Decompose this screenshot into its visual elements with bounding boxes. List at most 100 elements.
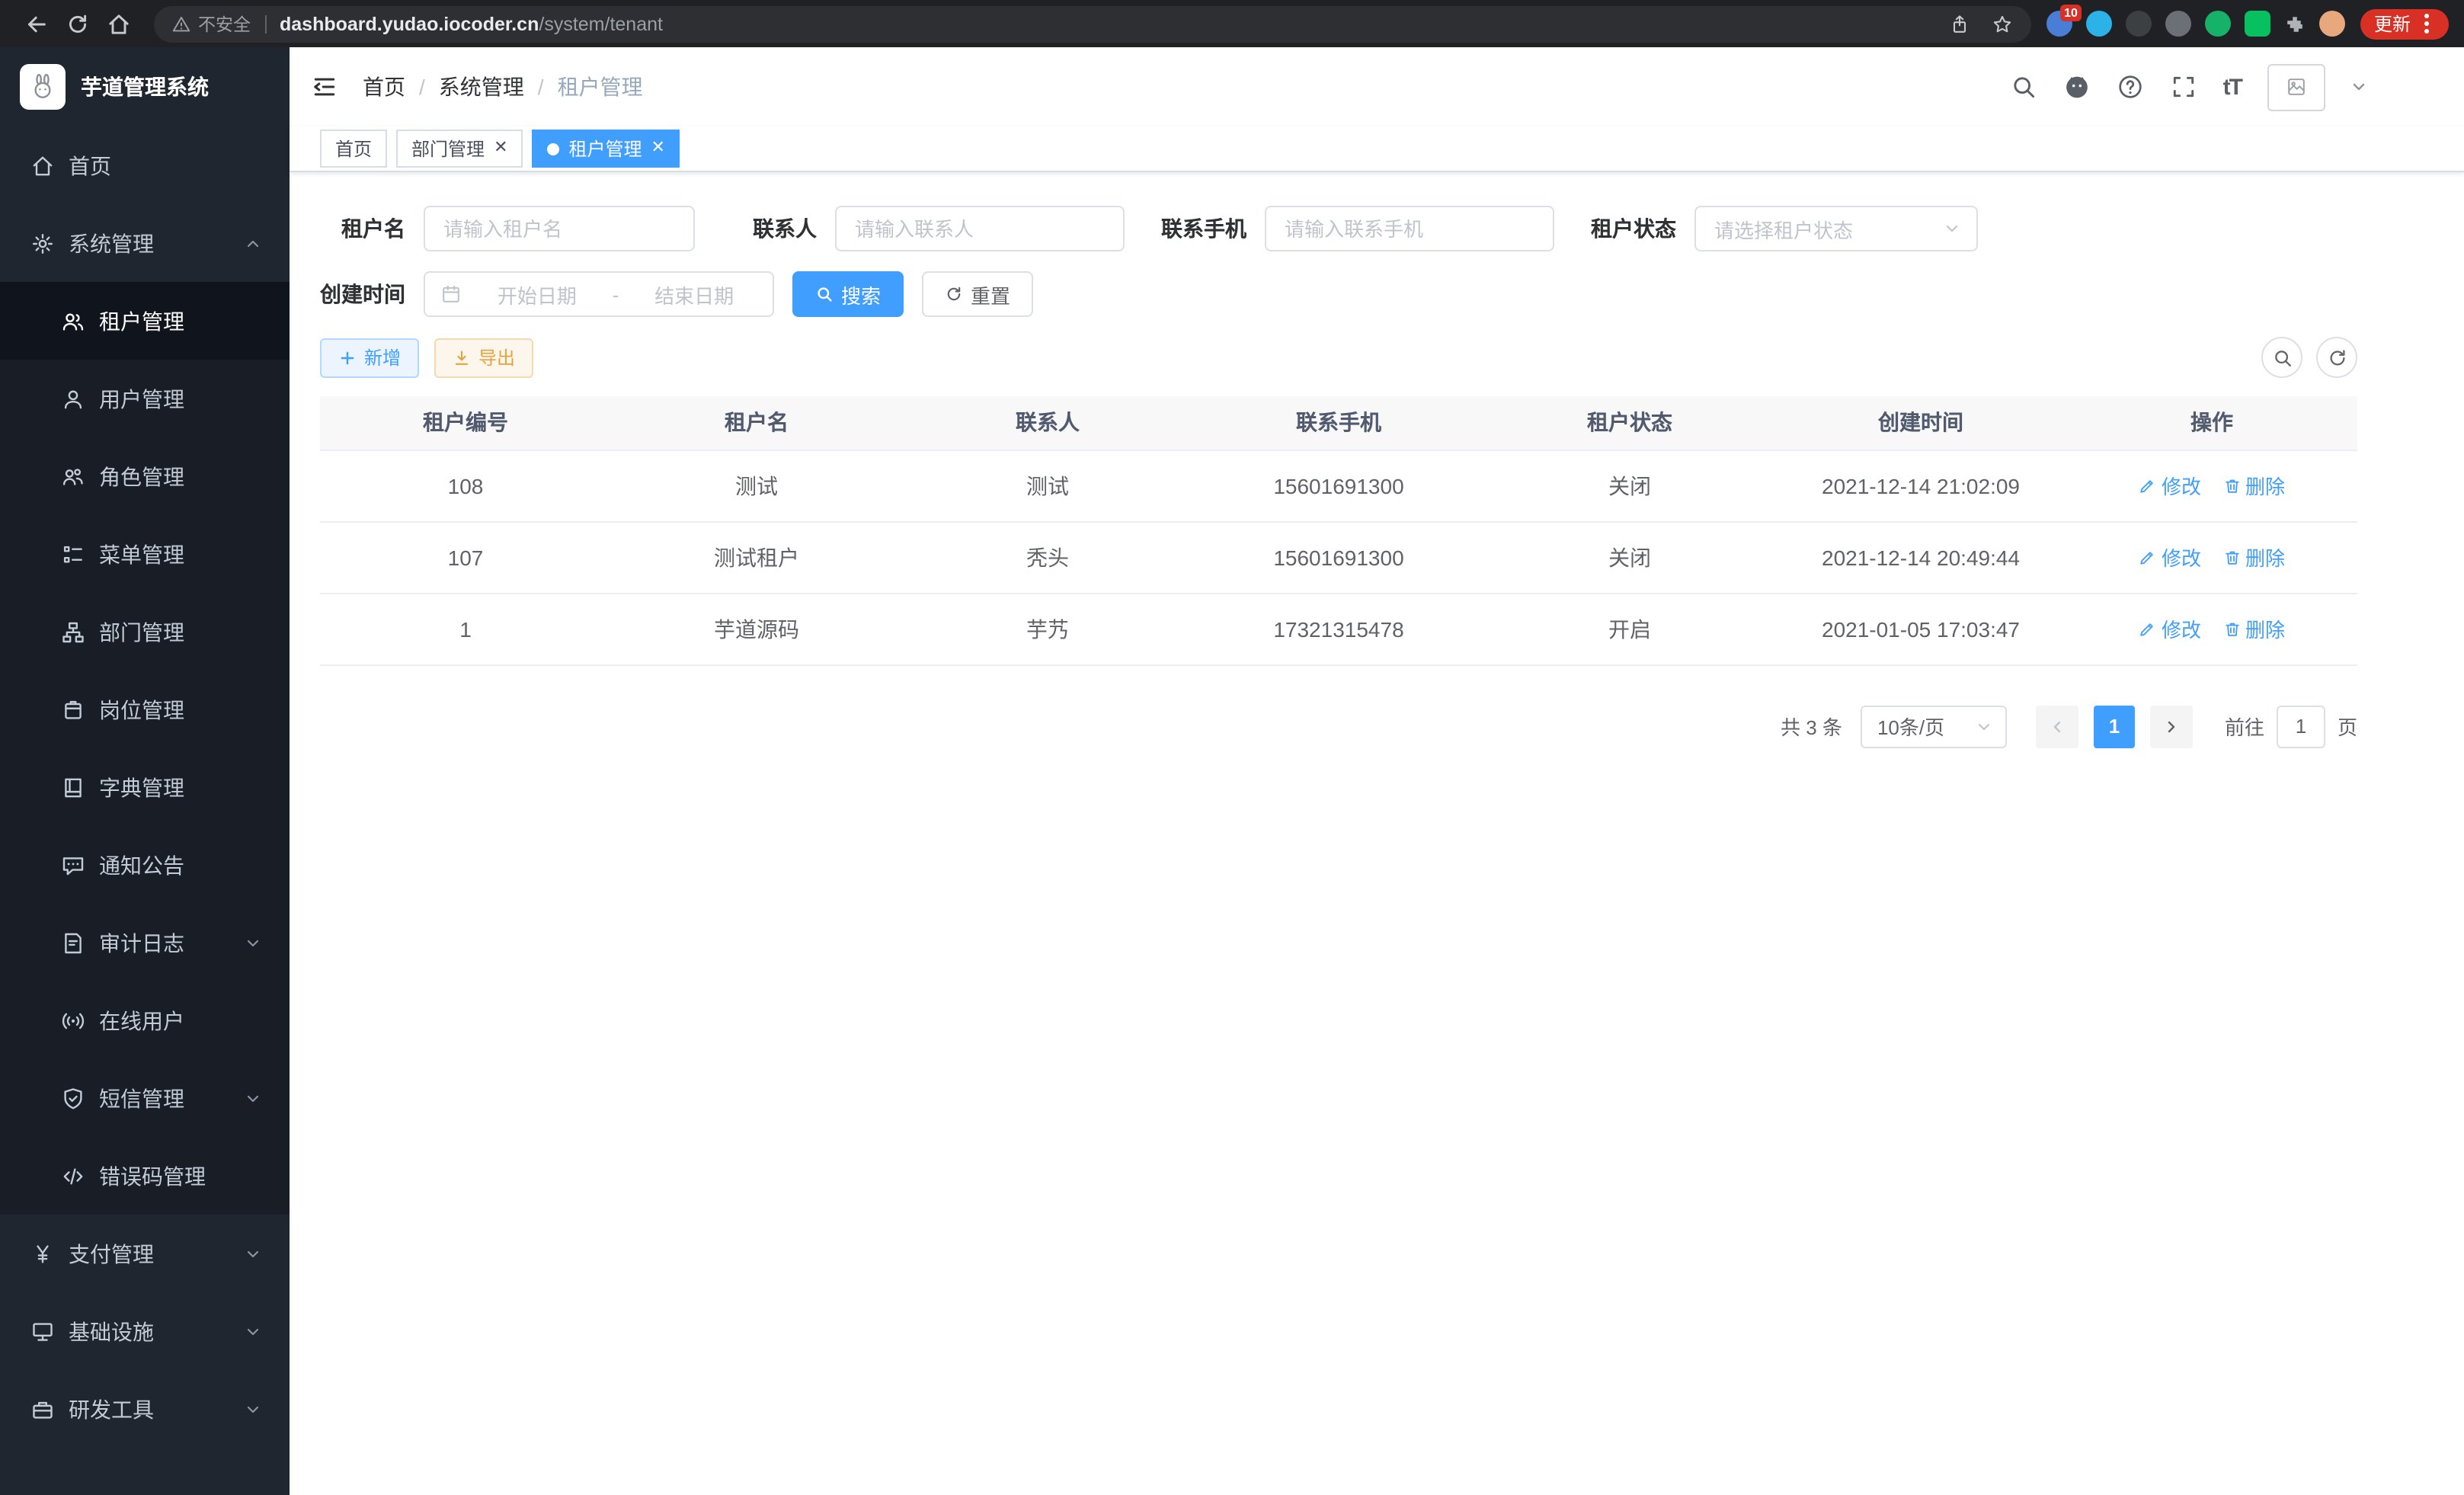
security-warning[interactable]: 不安全 — [172, 11, 251, 36]
sidebar-item-dev-tools[interactable]: 研发工具 — [0, 1370, 290, 1448]
sidebar-item-label: 首页 — [69, 150, 111, 181]
sidebar-item-infrastructure[interactable]: 基础设施 — [0, 1292, 290, 1370]
sidebar-item-label: 字典管理 — [99, 772, 184, 802]
reset-button[interactable]: 重置 — [922, 271, 1033, 317]
contact-field: 联系人 — [731, 206, 1125, 251]
prev-page-button[interactable] — [2036, 705, 2078, 748]
github-icon[interactable] — [2063, 73, 2091, 101]
next-page-button[interactable] — [2150, 705, 2193, 748]
toggle-search-button[interactable] — [2261, 337, 2302, 378]
bookmark-star-icon[interactable] — [1992, 13, 2013, 34]
extension-icon-5[interactable] — [2205, 11, 2231, 37]
sidebar-item-home[interactable]: 首页 — [0, 126, 290, 204]
cell-status: 开启 — [1484, 593, 1775, 664]
cell-tenant-name: 测试租户 — [611, 521, 902, 593]
sms-shield-icon — [61, 1086, 85, 1110]
contact-input[interactable] — [835, 206, 1125, 251]
column-header: 联系手机 — [1193, 396, 1484, 450]
search-icon[interactable] — [2010, 73, 2037, 101]
extension-icon-3[interactable] — [2126, 11, 2152, 37]
broken-image-icon — [2286, 76, 2307, 98]
date-range-picker[interactable]: 开始日期 - 结束日期 — [424, 271, 774, 317]
refresh-icon — [2326, 347, 2347, 368]
question-icon[interactable] — [2117, 73, 2144, 101]
sidebar-item-label: 岗位管理 — [99, 694, 184, 725]
extension-icon-2[interactable] — [2086, 11, 2112, 37]
sidebar-item-menu[interactable]: 菜单管理 — [0, 515, 290, 593]
table-header-row: 租户编号 租户名 联系人 联系手机 租户状态 创建时间 操作 — [320, 396, 2357, 450]
status-select[interactable]: 请选择租户状态 — [1694, 206, 1978, 251]
dev-tools-icon — [30, 1397, 55, 1421]
user-avatar[interactable] — [2267, 63, 2325, 110]
cell-tenant-name: 测试 — [611, 450, 902, 521]
edit-link[interactable]: 修改 — [2139, 471, 2201, 500]
sidebar-item-tenant[interactable]: 租户管理 — [0, 282, 290, 360]
edit-link[interactable]: 修改 — [2139, 543, 2201, 571]
sidebar-item-audit-log[interactable]: 审计日志 — [0, 904, 290, 981]
breadcrumb-item[interactable]: 首页 — [363, 72, 405, 102]
cell-created: 2021-12-14 20:49:44 — [1775, 521, 2066, 593]
font-size-icon[interactable]: tT — [2223, 74, 2242, 100]
export-button-label: 导出 — [478, 344, 515, 370]
edit-link[interactable]: 修改 — [2139, 614, 2201, 643]
delete-link[interactable]: 删除 — [2222, 471, 2285, 500]
tenant-page: 租户名 联系人 联系手机 租户状态 请选择租户状态 — [290, 172, 2464, 1495]
collapse-sidebar-button[interactable] — [311, 73, 338, 101]
extension-icon-6[interactable] — [2245, 11, 2270, 37]
org-tree-icon — [61, 619, 85, 644]
phone-input[interactable] — [1265, 206, 1554, 251]
tab-tenant-active[interactable]: 租户管理 ✕ — [533, 130, 680, 168]
delete-link[interactable]: 删除 — [2222, 543, 2285, 571]
sidebar-item-dict[interactable]: 字典管理 — [0, 748, 290, 826]
sidebar-item-dept[interactable]: 部门管理 — [0, 593, 290, 671]
browser-menu-kebab-icon[interactable] — [2418, 14, 2435, 34]
cell-tenant-id: 108 — [320, 450, 611, 521]
extension-icon-1[interactable]: 10 — [2046, 11, 2072, 37]
gear-icon — [30, 231, 55, 255]
tab-home[interactable]: 首页 — [320, 130, 387, 168]
create-time-label: 创建时间 — [320, 279, 424, 309]
sidebar-item-user[interactable]: 用户管理 — [0, 360, 290, 437]
profile-avatar-icon[interactable] — [2319, 11, 2345, 37]
tab-label: 首页 — [335, 136, 372, 162]
browser-reload-button[interactable] — [56, 3, 98, 44]
add-button-label: 新增 — [364, 344, 401, 370]
close-icon[interactable]: ✕ — [651, 140, 665, 157]
sidebar-item-notice[interactable]: 通知公告 — [0, 826, 290, 904]
sidebar-item-system[interactable]: 系统管理 — [0, 204, 290, 282]
sidebar-item-error-code[interactable]: 错误码管理 — [0, 1137, 290, 1215]
export-button[interactable]: 导出 — [434, 338, 533, 377]
fullscreen-icon[interactable] — [2170, 73, 2197, 101]
sidebar-item-payment[interactable]: 支付管理 — [0, 1215, 290, 1292]
add-button[interactable]: 新增 — [320, 338, 419, 377]
chevron-down-icon[interactable] — [2351, 79, 2366, 94]
tenant-name-input[interactable] — [424, 206, 695, 251]
puzzle-extensions-icon[interactable] — [2284, 13, 2306, 34]
delete-link[interactable]: 删除 — [2222, 614, 2285, 643]
status-select-placeholder: 请选择租户状态 — [1714, 214, 1853, 243]
goto-page-input[interactable] — [2277, 705, 2325, 748]
trash-icon — [2222, 476, 2241, 495]
sidebar-item-label: 在线用户 — [99, 1005, 184, 1036]
browser-home-button[interactable] — [98, 3, 139, 44]
refresh-table-button[interactable] — [2316, 337, 2357, 378]
phone-field: 联系手机 — [1161, 206, 1554, 251]
share-icon[interactable] — [1949, 13, 1970, 34]
address-bar[interactable]: 不安全 dashboard.yudao.iocoder.cn/system/te… — [154, 5, 2031, 42]
sidebar-item-online-users[interactable]: 在线用户 — [0, 981, 290, 1059]
breadcrumb-item[interactable]: 系统管理 — [439, 72, 524, 102]
browser-update-button[interactable]: 更新 — [2360, 8, 2449, 39]
sidebar-item-sms[interactable]: 短信管理 — [0, 1059, 290, 1137]
breadcrumb-item-current: 租户管理 — [558, 72, 643, 102]
page-number-current[interactable]: 1 — [2094, 705, 2135, 748]
roles-icon — [61, 464, 85, 488]
app-logo[interactable]: 芋道管理系统 — [0, 47, 290, 126]
tab-dept[interactable]: 部门管理 ✕ — [396, 130, 523, 168]
search-button[interactable]: 搜索 — [792, 271, 904, 317]
sidebar-item-post[interactable]: 岗位管理 — [0, 671, 290, 748]
sidebar-item-role[interactable]: 角色管理 — [0, 437, 290, 515]
close-icon[interactable]: ✕ — [494, 140, 507, 157]
extension-icon-4[interactable] — [2165, 11, 2191, 37]
page-size-select[interactable]: 10条/页 — [1861, 705, 2007, 748]
browser-back-button[interactable] — [15, 3, 56, 44]
